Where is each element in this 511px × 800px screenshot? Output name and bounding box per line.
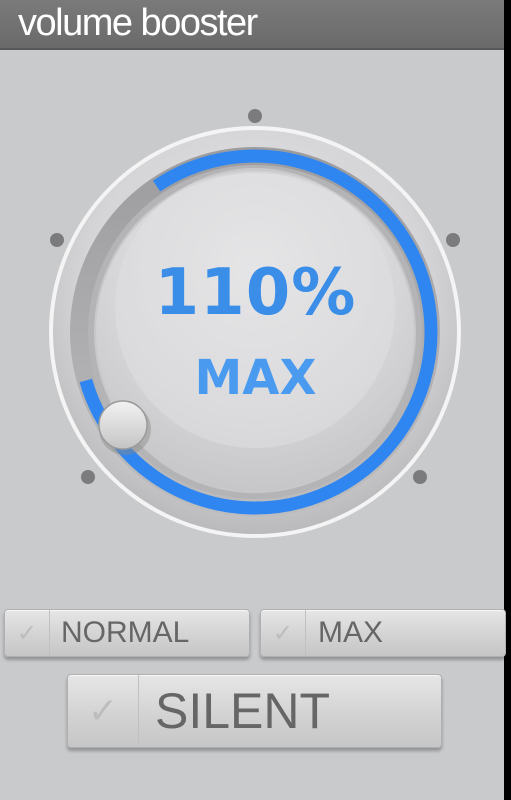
- volume-mode-label: MAX: [194, 350, 317, 406]
- dial-tick-dot: [413, 470, 427, 484]
- dial-tick-dot: [446, 233, 460, 247]
- title-bar: volume booster: [0, 0, 504, 50]
- check-icon: ✓: [5, 610, 50, 656]
- app-title: volume booster: [18, 2, 258, 44]
- dial-tick-dot: [248, 109, 262, 123]
- max-button-label: MAX: [318, 616, 384, 649]
- dial-tick-dot: [81, 470, 95, 484]
- normal-button-label: NORMAL: [61, 616, 190, 649]
- dial-tick-dot: [50, 233, 64, 247]
- dial-knob[interactable]: [98, 400, 148, 450]
- check-icon: ✓: [68, 675, 139, 747]
- max-button[interactable]: ✓ MAX: [260, 609, 506, 657]
- silent-button[interactable]: ✓ SILENT: [67, 674, 442, 748]
- check-icon: ✓: [261, 610, 306, 656]
- app-screen: volume booster 110% MAX ✓ NORMAL ✓ MAX ✓…: [0, 0, 506, 800]
- volume-percentage: 110%: [154, 256, 357, 330]
- silent-button-label: SILENT: [155, 683, 331, 739]
- normal-button[interactable]: ✓ NORMAL: [4, 609, 250, 657]
